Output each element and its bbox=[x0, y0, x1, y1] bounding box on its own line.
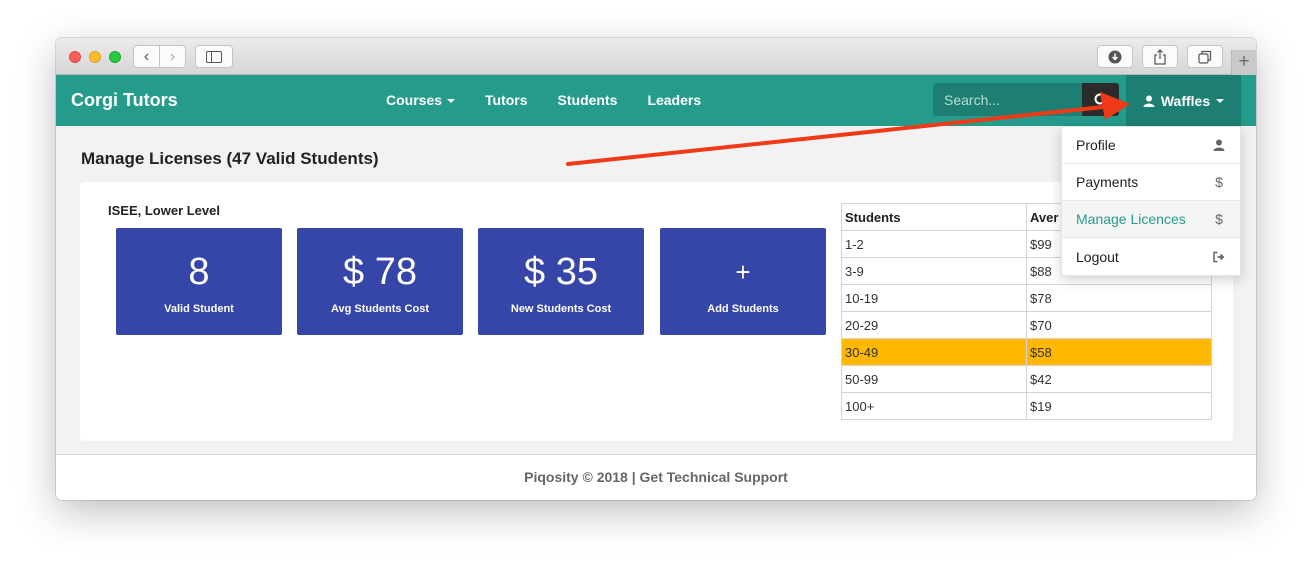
section-title: ISEE, Lower Level bbox=[108, 203, 220, 218]
table-cell: $78 bbox=[1026, 284, 1212, 312]
dollar-icon: $ bbox=[1215, 211, 1223, 227]
search-button[interactable] bbox=[1082, 83, 1119, 116]
menu-item-payments[interactable]: Payments $ bbox=[1062, 164, 1240, 201]
share-icon bbox=[1154, 48, 1166, 65]
footer[interactable]: Piqosity © 2018 | Get Technical Support bbox=[56, 454, 1256, 500]
table-row: 10-19 $78 bbox=[841, 284, 1212, 312]
table-cell: 100+ bbox=[841, 392, 1027, 420]
sidebar-icon bbox=[206, 50, 222, 63]
add-students-button[interactable]: + Add Students bbox=[660, 228, 826, 335]
card-value: $ 78 bbox=[343, 251, 417, 293]
table-cell: 30-49 bbox=[841, 338, 1027, 366]
table-cell: 20-29 bbox=[841, 311, 1027, 339]
search-input[interactable] bbox=[933, 83, 1083, 116]
menu-item-label: Logout bbox=[1076, 248, 1119, 265]
table-cell: 1-2 bbox=[841, 230, 1027, 258]
menu-item-label: Manage Licences bbox=[1076, 211, 1186, 227]
browser-window: ‹ › + Corgi Tutors Courses Tutors Studen… bbox=[56, 38, 1256, 500]
tab-overview-button[interactable] bbox=[1187, 45, 1223, 68]
caret-down-icon bbox=[447, 99, 456, 104]
table-cell: 10-19 bbox=[841, 284, 1027, 312]
back-icon[interactable]: ‹ bbox=[134, 46, 159, 67]
table-cell: $19 bbox=[1026, 392, 1212, 420]
user-icon bbox=[1143, 95, 1155, 107]
nav-tutors[interactable]: Tutors bbox=[470, 75, 543, 126]
menu-item-profile[interactable]: Profile bbox=[1062, 127, 1240, 164]
table-cell: 3-9 bbox=[841, 257, 1027, 285]
card-value: $ 35 bbox=[524, 251, 598, 293]
new-cost-card: $ 35 New Students Cost bbox=[478, 228, 644, 335]
user-name: Waffles bbox=[1160, 92, 1211, 109]
card-label: New Students Cost bbox=[510, 303, 612, 315]
menu-item-label: Payments bbox=[1076, 174, 1139, 190]
nav-courses[interactable]: Courses bbox=[371, 75, 470, 126]
history-nav: ‹ › bbox=[133, 45, 186, 68]
card-label: Add Students bbox=[707, 303, 779, 315]
new-tab-button[interactable]: + bbox=[1231, 50, 1256, 75]
nav-students[interactable]: Students bbox=[543, 75, 633, 126]
sign-out-icon bbox=[1213, 251, 1225, 262]
user-icon bbox=[1213, 139, 1225, 151]
page-title: Manage Licenses (47 Valid Students) bbox=[81, 149, 379, 168]
table-cell: $42 bbox=[1026, 365, 1212, 393]
valid-students-card: 8 Valid Student bbox=[116, 228, 282, 335]
user-dropdown-menu: Profile Payments $ Manage Licences $ Log… bbox=[1061, 126, 1241, 276]
nav-leaders[interactable]: Leaders bbox=[632, 75, 716, 126]
plus-icon: + bbox=[735, 257, 751, 287]
column-header: Students bbox=[841, 203, 1027, 231]
menu-item-label: Profile bbox=[1076, 137, 1116, 153]
card-label: Avg Students Cost bbox=[331, 303, 429, 315]
browser-toolbar: ‹ › + bbox=[56, 38, 1256, 75]
tabs-icon bbox=[1198, 50, 1212, 64]
search-icon bbox=[1094, 93, 1108, 107]
close-window-button[interactable] bbox=[69, 51, 81, 63]
share-button[interactable] bbox=[1142, 45, 1178, 68]
user-menu-toggle[interactable]: Waffles bbox=[1126, 75, 1241, 126]
caret-down-icon bbox=[1216, 98, 1225, 103]
zoom-window-button[interactable] bbox=[109, 51, 121, 63]
table-row: 20-29 $70 bbox=[841, 311, 1212, 339]
card-value: 8 bbox=[188, 251, 210, 293]
table-row: 100+ $19 bbox=[841, 392, 1212, 420]
brand-logo[interactable]: Corgi Tutors bbox=[71, 90, 178, 111]
dollar-icon: $ bbox=[1215, 174, 1223, 190]
app-navbar: Corgi Tutors Courses Tutors Students Lea… bbox=[56, 75, 1256, 126]
table-row: 50-99 $42 bbox=[841, 365, 1212, 393]
table-cell: 50-99 bbox=[841, 365, 1027, 393]
sidebar-toggle-button[interactable] bbox=[195, 45, 233, 68]
menu-item-logout[interactable]: Logout bbox=[1062, 238, 1240, 275]
menu-item-manage-licences[interactable]: Manage Licences $ bbox=[1062, 201, 1240, 238]
downloads-button[interactable] bbox=[1097, 45, 1133, 68]
minimize-window-button[interactable] bbox=[89, 51, 101, 63]
main-menu: Courses Tutors Students Leaders bbox=[371, 75, 716, 126]
table-cell: $58 bbox=[1026, 338, 1212, 366]
card-label: Valid Student bbox=[164, 303, 234, 315]
forward-icon[interactable]: › bbox=[160, 46, 185, 67]
download-icon bbox=[1108, 50, 1122, 63]
table-cell: $70 bbox=[1026, 311, 1212, 339]
avg-cost-card: $ 78 Avg Students Cost bbox=[297, 228, 463, 335]
table-row-highlighted: 30-49 $58 bbox=[841, 338, 1212, 366]
